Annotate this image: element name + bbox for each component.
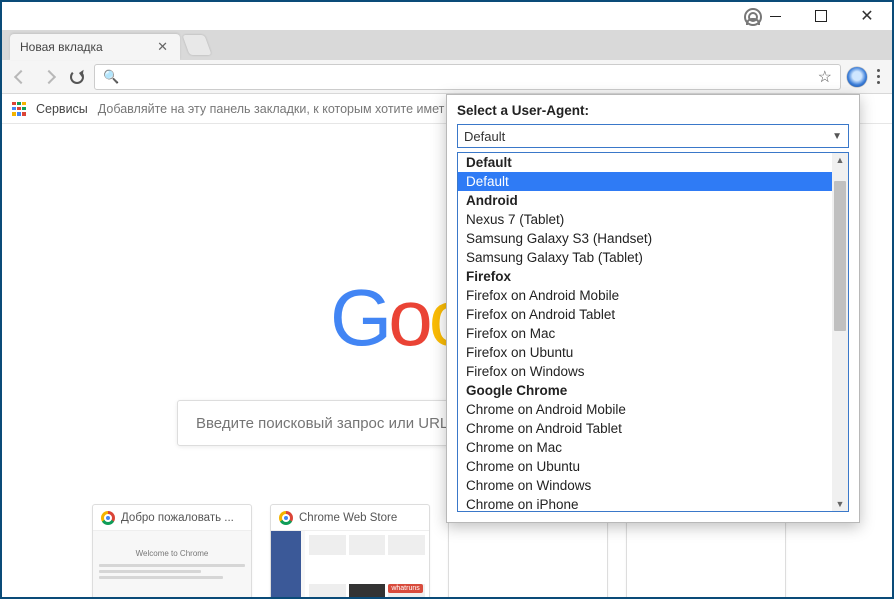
- useragent-extension-icon[interactable]: [847, 67, 867, 87]
- ua-option[interactable]: Nexus 7 (Tablet): [458, 210, 832, 229]
- useragent-popup: Select a User-Agent: Default ▼ DefaultDe…: [446, 94, 860, 523]
- scroll-up-icon[interactable]: ▲: [832, 153, 848, 167]
- reload-icon: [70, 70, 84, 84]
- chrome-icon: [101, 511, 115, 525]
- whatruns-badge: whatruns: [388, 584, 422, 593]
- chrome-icon: [279, 511, 293, 525]
- ua-option[interactable]: Chrome on iPhone: [458, 495, 832, 511]
- thumb-caption: Welcome to Chrome: [99, 549, 245, 558]
- bookmark-star-icon[interactable]: ☆: [818, 67, 832, 87]
- ua-option[interactable]: Samsung Galaxy Tab (Tablet): [458, 248, 832, 267]
- new-tab-button[interactable]: [182, 35, 211, 55]
- tab-strip: Новая вкладка ✕: [2, 30, 892, 60]
- scrollbar-thumb[interactable]: [834, 181, 846, 331]
- toolbar: 🔍 ☆: [2, 60, 892, 94]
- ua-option[interactable]: Chrome on Windows: [458, 476, 832, 495]
- address-bar[interactable]: 🔍 ☆: [94, 64, 841, 90]
- ua-option[interactable]: Firefox on Ubuntu: [458, 343, 832, 362]
- scrollbar[interactable]: ▲ ▼: [832, 153, 848, 511]
- window-titlebar: ✕: [2, 2, 892, 30]
- ua-option[interactable]: Firefox on Windows: [458, 362, 832, 381]
- chrome-menu-button[interactable]: [873, 69, 884, 84]
- browser-tab[interactable]: Новая вкладка ✕: [10, 34, 180, 60]
- ua-group-header: Firefox: [458, 267, 832, 286]
- ua-options-list: DefaultDefaultAndroidNexus 7 (Tablet)Sam…: [457, 152, 849, 512]
- arrow-right-icon: [42, 69, 56, 83]
- ua-option[interactable]: Firefox on Mac: [458, 324, 832, 343]
- ua-select-dropdown[interactable]: Default ▼: [457, 124, 849, 148]
- scroll-down-icon[interactable]: ▼: [832, 497, 848, 511]
- omnibox-input[interactable]: [125, 69, 811, 84]
- reload-button[interactable]: [66, 66, 88, 88]
- ua-option[interactable]: Chrome on Ubuntu: [458, 457, 832, 476]
- ua-option[interactable]: Chrome on Android Tablet: [458, 419, 832, 438]
- back-button[interactable]: [10, 66, 32, 88]
- ua-selected-value: Default: [464, 129, 505, 144]
- window-maximize-button[interactable]: [798, 2, 844, 30]
- thumbnail-webstore[interactable]: Chrome Web Store whatruns: [270, 504, 430, 597]
- ua-group-header: Google Chrome: [458, 381, 832, 400]
- ua-group-header: Android: [458, 191, 832, 210]
- ua-option[interactable]: Samsung Galaxy S3 (Handset): [458, 229, 832, 248]
- bookmarks-hint: Добавляйте на эту панель закладки, к кот…: [98, 102, 445, 116]
- tab-close-button[interactable]: ✕: [155, 39, 170, 55]
- arrow-left-icon: [14, 69, 28, 83]
- ua-option[interactable]: Chrome on Android Mobile: [458, 400, 832, 419]
- popup-title: Select a User-Agent:: [457, 103, 849, 118]
- search-icon: 🔍: [103, 69, 119, 85]
- ua-group-header: Default: [458, 153, 832, 172]
- ua-option[interactable]: Firefox on Android Tablet: [458, 305, 832, 324]
- apps-label[interactable]: Сервисы: [36, 102, 88, 116]
- ua-option[interactable]: Firefox on Android Mobile: [458, 286, 832, 305]
- forward-button[interactable]: [38, 66, 60, 88]
- thumbnail-welcome[interactable]: Добро пожаловать ... Welcome to Chrome: [92, 504, 252, 597]
- thumb-title: Добро пожаловать ...: [121, 512, 234, 524]
- thumb-title: Chrome Web Store: [299, 512, 397, 524]
- window-close-button[interactable]: ✕: [844, 2, 890, 30]
- ua-option[interactable]: Chrome on Mac: [458, 438, 832, 457]
- chevron-down-icon: ▼: [832, 131, 842, 142]
- tab-title: Новая вкладка: [20, 40, 103, 54]
- profile-icon[interactable]: [744, 8, 762, 26]
- apps-icon[interactable]: [12, 102, 26, 116]
- ua-option[interactable]: Default: [458, 172, 832, 191]
